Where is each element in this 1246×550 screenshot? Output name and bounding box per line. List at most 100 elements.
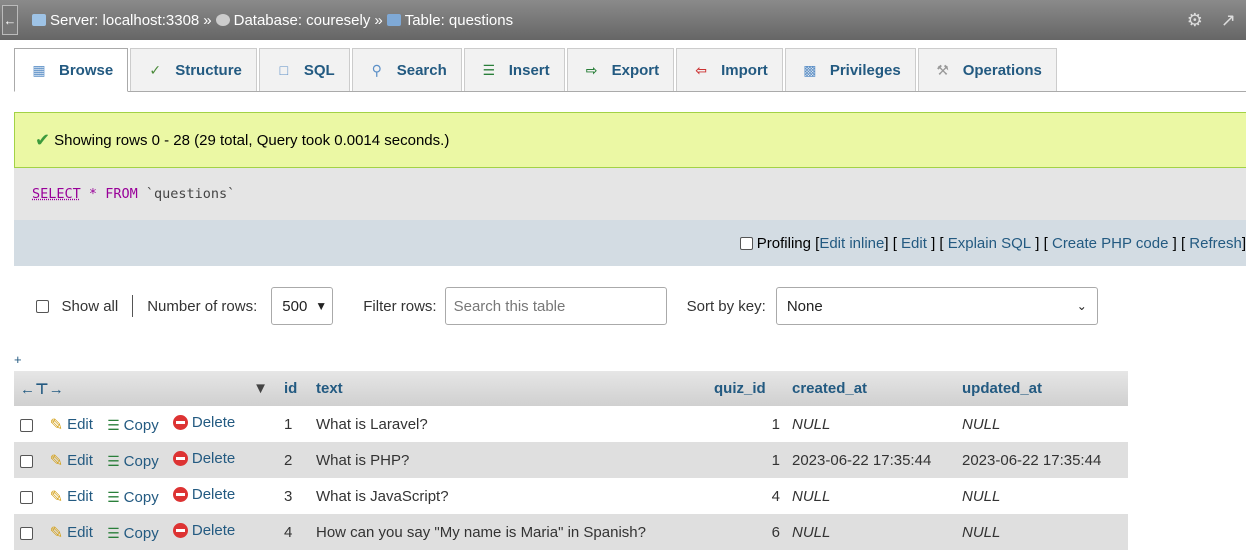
filter-rows-input[interactable]: Search this table (444, 287, 667, 325)
column-header-quiz-id[interactable]: quiz_id (708, 371, 786, 406)
cell-updated-at[interactable]: NULL (956, 478, 1128, 514)
pencil-icon: ✎ (49, 416, 64, 434)
sort-by-key-select[interactable]: None ⌄ (775, 287, 1098, 325)
copy-row-button[interactable]: ☰ Copy (107, 489, 159, 506)
copy-row-button[interactable]: ☰ Copy (107, 453, 159, 470)
copy-icon: ☰ (107, 524, 120, 541)
table-header-row: ←⊤→ ▼ id text quiz_id created_at updated… (14, 371, 1128, 406)
sort-by-key-label: Sort by key: (686, 297, 766, 315)
settings-gear-icon[interactable]: ⚙ (1187, 10, 1203, 31)
tab-privileges[interactable]: ▩ Privileges (784, 48, 916, 91)
navigation-row: Show all Number of rows: 500 ▼ Filter ro… (36, 286, 1098, 326)
checkmark-icon: ✔ (35, 129, 51, 150)
copy-row-button[interactable]: ☰ Copy (107, 525, 159, 542)
collapse-arrow-icon[interactable]: ← (2, 5, 18, 35)
row-checkbox[interactable] (20, 527, 33, 541)
cell-created-at[interactable]: 2023-06-22 17:35:44 (786, 442, 956, 478)
breadcrumb-separator: » (203, 11, 212, 29)
delete-row-button[interactable]: Delete (172, 450, 235, 467)
sql-keyword-select[interactable]: SELECT (32, 186, 81, 202)
number-of-rows-label: Number of rows: (147, 297, 258, 315)
number-of-rows-select[interactable]: 500 ▼ (271, 287, 334, 325)
tab-sql[interactable]: □ SQL (258, 48, 350, 91)
cell-text[interactable]: What is PHP? (310, 442, 708, 478)
delete-icon (172, 450, 188, 466)
cell-id[interactable]: 3 (278, 478, 310, 514)
cell-quiz-id[interactable]: 1 (708, 406, 786, 442)
delete-icon (172, 522, 188, 538)
row-checkbox[interactable] (20, 491, 33, 505)
sql-table-name: `questions` (145, 186, 236, 202)
expand-icon[interactable]: ↗ (1221, 10, 1236, 31)
privileges-icon: ▩ (803, 61, 817, 78)
edit-inline-link[interactable]: Edit inline (819, 235, 884, 252)
cell-created-at[interactable]: NULL (786, 478, 956, 514)
copy-icon: ☰ (107, 488, 120, 505)
cell-updated-at[interactable]: 2023-06-22 17:35:44 (956, 442, 1128, 478)
edit-row-button[interactable]: ✎ Edit (50, 415, 93, 435)
browse-icon: ▦ (32, 61, 46, 78)
tab-operations[interactable]: ⚒ Operations (917, 48, 1057, 91)
delete-row-button[interactable]: Delete (172, 486, 235, 503)
edit-row-button[interactable]: ✎ Edit (50, 487, 93, 507)
import-icon: ⇦ (695, 61, 707, 78)
tab-browse[interactable]: ▦ Browse (14, 48, 129, 92)
cell-id[interactable]: 1 (278, 406, 310, 442)
tab-export[interactable]: ⇨ Export (566, 48, 675, 91)
pencil-icon: ✎ (49, 452, 64, 470)
chevron-down-icon: ⌄ (1076, 299, 1087, 313)
delete-icon (172, 414, 188, 430)
sql-star: * (88, 186, 98, 202)
create-php-code-link[interactable]: Create PHP code (1052, 235, 1168, 252)
cell-created-at[interactable]: NULL (786, 406, 956, 442)
edit-row-button[interactable]: ✎ Edit (50, 451, 93, 471)
expand-options-plus-icon[interactable]: + (14, 352, 22, 367)
table-icon (386, 14, 401, 26)
column-options-header[interactable]: ←⊤→ ▼ (14, 371, 278, 406)
edit-query-link[interactable]: Edit (901, 235, 927, 252)
edit-row-button[interactable]: ✎ Edit (50, 523, 93, 543)
cell-updated-at[interactable]: NULL (956, 406, 1128, 442)
column-header-updated-at[interactable]: updated_at (956, 371, 1128, 406)
filter-rows-label: Filter rows: (363, 297, 437, 315)
tab-import[interactable]: ⇦ Import (676, 48, 783, 91)
sql-keyword-from: FROM (105, 186, 138, 202)
delete-row-button[interactable]: Delete (172, 522, 235, 539)
cell-id[interactable]: 2 (278, 442, 310, 478)
profiling-checkbox[interactable] (739, 236, 753, 250)
success-message: ✔ Showing rows 0 - 28 (29 total, Query t… (14, 112, 1246, 168)
tab-search[interactable]: ⚲ Search (351, 48, 462, 91)
breadcrumb-separator: » (374, 11, 383, 29)
row-checkbox[interactable] (20, 419, 33, 433)
database-icon (215, 14, 230, 26)
breadcrumb-bar: ← Server: localhost:3308 » Database: cou… (0, 0, 1246, 40)
tab-bar: ▦ Browse ✓ Structure □ SQL ⚲ Search ☰ In… (14, 48, 1246, 92)
tab-insert[interactable]: ☰ Insert (463, 48, 565, 91)
move-columns-arrows-icon[interactable]: ←⊤→ (20, 381, 64, 398)
refresh-link[interactable]: Refresh (1189, 235, 1242, 252)
delete-row-button[interactable]: Delete (172, 414, 235, 431)
pencil-icon: ✎ (49, 524, 64, 542)
explain-sql-link[interactable]: Explain SQL (948, 235, 1031, 252)
cell-text[interactable]: What is Laravel? (310, 406, 708, 442)
profiling-label: Profiling (756, 234, 811, 252)
row-actions: ✎ Edit ☰ Copy Delete (14, 478, 278, 514)
row-actions: ✎ Edit ☰ Copy Delete (14, 406, 278, 442)
breadcrumb-database[interactable]: Database: couresely (215, 12, 370, 29)
breadcrumb-table[interactable]: Table: questions (386, 12, 513, 29)
copy-icon: ☰ (107, 416, 120, 433)
breadcrumb-server[interactable]: Server: localhost:3308 (32, 12, 199, 29)
column-header-id[interactable]: id (278, 371, 310, 406)
copy-row-button[interactable]: ☰ Copy (107, 417, 159, 434)
show-all-checkbox[interactable] (36, 299, 49, 313)
cell-text[interactable]: What is JavaScript? (310, 478, 708, 514)
search-icon: ⚲ (371, 61, 382, 78)
cell-quiz-id[interactable]: 1 (708, 442, 786, 478)
cell-quiz-id[interactable]: 4 (708, 478, 786, 514)
insert-icon: ☰ (482, 61, 496, 78)
column-header-text[interactable]: text (310, 371, 708, 406)
row-checkbox[interactable] (20, 455, 33, 469)
column-header-created-at[interactable]: created_at (786, 371, 956, 406)
tab-structure[interactable]: ✓ Structure (130, 48, 257, 91)
sort-dropdown-icon[interactable]: ▼ (253, 380, 268, 397)
